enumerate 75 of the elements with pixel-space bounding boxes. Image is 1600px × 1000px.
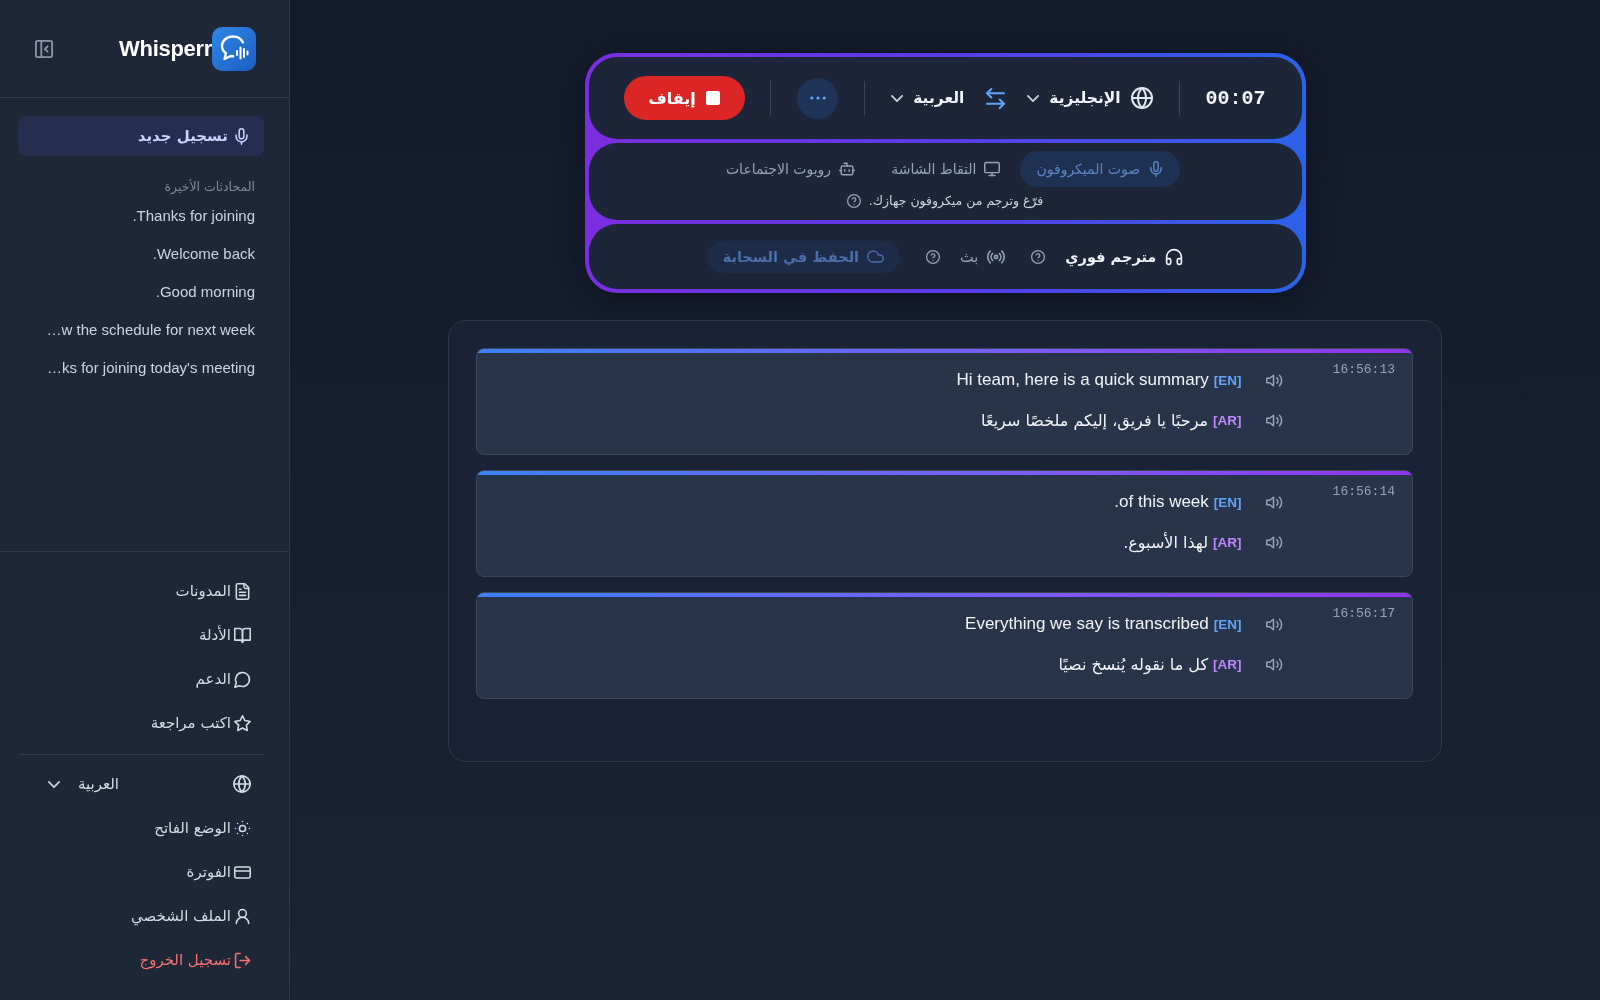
input-source-tab[interactable]: التقاط الشاشة <box>875 151 1017 187</box>
star-icon <box>234 714 251 732</box>
more-icon <box>809 96 826 100</box>
speech-bubble-logo-icon <box>212 26 256 71</box>
sidebar-link[interactable]: الدعم <box>195 657 251 701</box>
chevron-down-icon <box>48 780 60 788</box>
recent-conversation-item[interactable]: …w the schedule for next week <box>46 310 255 348</box>
language-code: [EN] <box>1213 372 1242 388</box>
speaker-icon[interactable] <box>1265 495 1281 509</box>
account-menu-item[interactable]: الملف الشخصي <box>131 894 251 938</box>
account-menu-item[interactable]: الوضع الفاتح <box>154 806 251 850</box>
microphone-icon <box>233 127 250 145</box>
feature-toggle[interactable]: مترجم فوري <box>1065 247 1184 266</box>
language-code: [EN] <box>1213 616 1242 632</box>
sidebar-link[interactable]: اكتب مراجعة <box>150 701 251 745</box>
transcript-text: لهذا الأسبوع. <box>1123 532 1209 552</box>
swap-languages-icon[interactable] <box>986 87 1006 109</box>
input-source-tab[interactable]: روبوت الاجتماعات <box>709 151 872 187</box>
cloud-icon <box>867 248 885 265</box>
language-code: [EN] <box>1213 494 1242 510</box>
speaker-icon[interactable] <box>1265 413 1281 427</box>
chat-bubble-icon <box>234 670 251 688</box>
recent-conversation-item[interactable]: .Good morning <box>155 272 255 310</box>
chevron-down-icon <box>891 94 904 102</box>
recent-conversation-item[interactable]: .Welcome back <box>152 234 255 272</box>
logo-text: Whisperr <box>119 35 212 62</box>
recent-conversations-heading: المحادثات الأخيرة <box>163 179 255 194</box>
speaker-icon[interactable] <box>1265 657 1281 671</box>
transcript-text: Hi team, here is a quick summary <box>956 370 1209 390</box>
language-code: [AR] <box>1213 656 1242 672</box>
credit-card-icon <box>234 863 251 881</box>
book-icon <box>234 626 251 644</box>
hint-text: فرّغ وترجم من ميكروفون جهازك. <box>868 193 1044 208</box>
globe-icon <box>1130 87 1153 109</box>
source-language-dropdown[interactable]: الإنجليزية <box>1027 89 1121 107</box>
feature-toggle[interactable]: بث <box>960 247 1006 266</box>
broadcast-icon <box>987 247 1006 266</box>
timestamp: 16:56:14 <box>1332 483 1395 501</box>
document-icon <box>234 582 251 600</box>
stop-icon <box>705 91 720 105</box>
user-icon <box>234 907 251 925</box>
help-icon[interactable] <box>846 193 861 208</box>
speaker-icon[interactable] <box>1265 373 1281 387</box>
stop-button[interactable]: إيقاف <box>623 76 745 120</box>
transcript-text: .of this week <box>1114 492 1209 512</box>
sidebar-link[interactable]: المدونات <box>175 569 251 613</box>
headphones-icon <box>1165 247 1184 266</box>
recording-timer: 00:07 <box>1205 86 1266 110</box>
timestamp: 16:56:17 <box>1332 605 1395 623</box>
speaker-icon[interactable] <box>1265 617 1281 631</box>
account-menu-item[interactable]: تسجيل الخروج <box>139 938 251 982</box>
help-icon[interactable] <box>1031 249 1046 264</box>
microphone-icon <box>1148 161 1165 177</box>
language-code: [AR] <box>1213 412 1242 428</box>
account-menu-item[interactable]: الفوترة <box>186 850 251 894</box>
language-code: [AR] <box>1213 534 1242 550</box>
logout-icon <box>234 951 251 969</box>
sun-icon <box>234 819 251 837</box>
transcript-text: Everything we say is transcribed <box>965 614 1209 634</box>
sidebar-link[interactable]: الأدلة <box>199 613 251 657</box>
robot-icon <box>839 161 856 177</box>
recent-conversation-item[interactable]: …ks for joining today's meeting <box>47 348 255 386</box>
recent-conversation-item[interactable]: .Thanks for joining <box>132 196 255 234</box>
monitor-icon <box>984 161 1001 177</box>
new-recording-button[interactable]: تسجيل جديد <box>18 116 264 156</box>
globe-icon <box>233 775 251 793</box>
transcript-text: مرحبًا يا فريق، إليكم ملخصًا سريعًا <box>981 410 1209 430</box>
timestamp: 16:56:13 <box>1332 361 1395 379</box>
speaker-icon[interactable] <box>1265 535 1281 549</box>
target-language-dropdown[interactable]: العربية <box>891 89 965 107</box>
help-icon[interactable] <box>926 249 941 264</box>
transcript-text: كل ما نقوله يُنسخ نصيًا <box>1058 654 1209 674</box>
chevron-down-icon <box>1027 94 1040 102</box>
collapse-sidebar-icon[interactable] <box>35 39 53 58</box>
language-select[interactable]: العربية <box>48 775 119 793</box>
